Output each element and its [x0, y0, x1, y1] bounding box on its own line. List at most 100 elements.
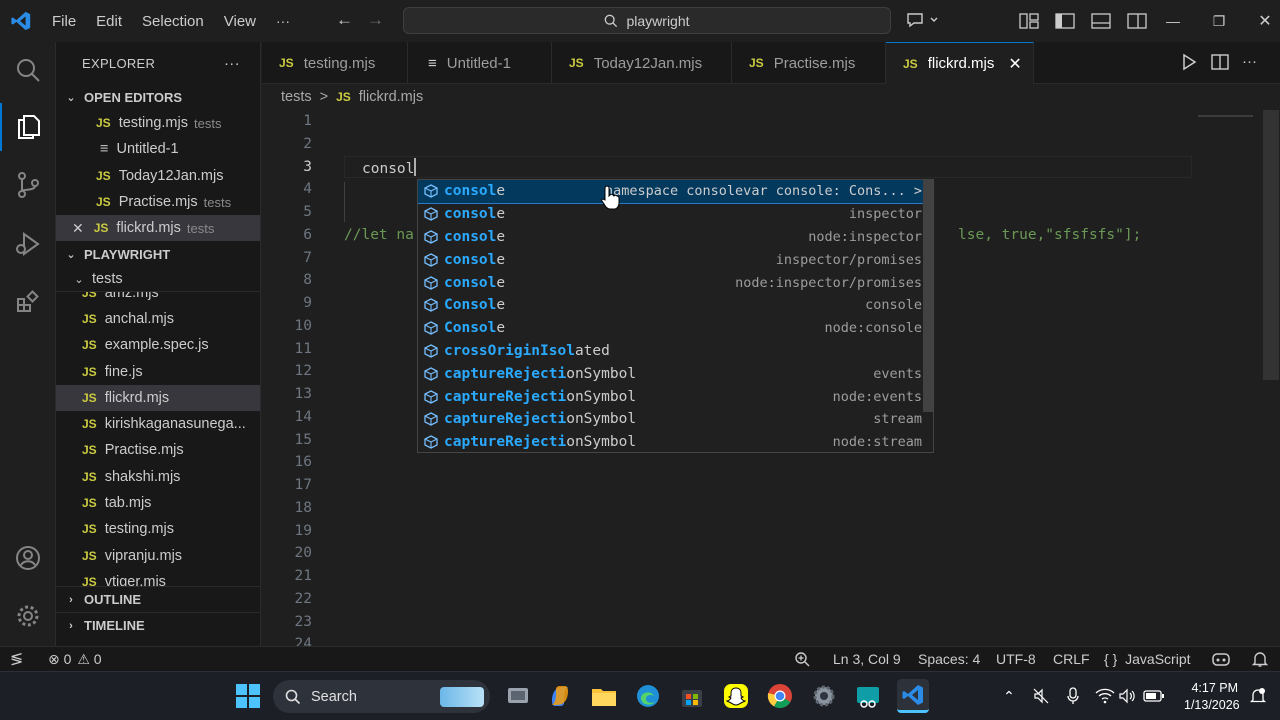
speaker-mute-icon[interactable] — [1026, 681, 1056, 711]
outline-section[interactable]: › OUTLINE — [56, 586, 260, 612]
folder-section-playwright[interactable]: ⌄ PLAYWRIGHT — [56, 241, 260, 267]
line-ending[interactable]: CRLF — [1053, 651, 1090, 667]
file-item[interactable]: JS fine.js — [56, 358, 260, 384]
file-explorer-icon[interactable] — [589, 681, 619, 711]
cursor-position[interactable]: Ln 3, Col 9 — [833, 651, 901, 667]
explorer-more-button[interactable]: ··· — [224, 55, 240, 72]
remote-indicator-icon[interactable]: ≶ — [10, 649, 23, 669]
notification-center-icon[interactable] — [1243, 681, 1273, 711]
activity-source-control[interactable] — [0, 161, 56, 209]
notifications-bell-icon[interactable] — [1251, 650, 1269, 671]
breadcrumb-folder[interactable]: tests — [281, 89, 312, 105]
tab-flickrd[interactable]: JS flickrd.mjs ✕ — [886, 42, 1034, 84]
open-editor-item[interactable]: JS testing.mjs tests — [56, 110, 260, 136]
menu-file[interactable]: File — [42, 13, 86, 30]
windows-start-icon[interactable] — [233, 681, 263, 711]
activity-explorer[interactable] — [0, 103, 56, 151]
toggle-panel-icon[interactable] — [1090, 12, 1112, 30]
file-item[interactable]: JS testing.mjs — [56, 516, 260, 542]
activity-run-debug[interactable] — [0, 220, 56, 268]
activity-manage[interactable] — [0, 592, 56, 640]
microsoft-store-icon[interactable] — [677, 681, 707, 711]
forward-arrow-icon[interactable]: → — [367, 10, 384, 30]
editor-scrollbar[interactable] — [1263, 110, 1279, 380]
back-arrow-icon[interactable]: ← — [336, 10, 353, 30]
suggestion-item[interactable]: captureRejectionSymbol node:events — [418, 385, 933, 408]
close-editor-icon[interactable]: ✕ — [72, 220, 84, 237]
menu-edit[interactable]: Edit — [86, 13, 132, 30]
task-view-icon[interactable] — [503, 681, 533, 711]
chrome-browser-icon[interactable] — [765, 681, 795, 711]
file-item[interactable]: JS shakshi.mjs — [56, 464, 260, 490]
suggestion-item[interactable]: crossOriginIsolated — [418, 340, 933, 363]
suggestion-item[interactable]: console inspector — [418, 203, 933, 226]
open-editor-item[interactable]: JS Today12Jan.mjs — [56, 163, 260, 189]
activity-extensions[interactable] — [0, 278, 56, 326]
activity-accounts[interactable] — [0, 534, 56, 582]
suggestion-item[interactable]: Console node:console — [418, 317, 933, 340]
file-item-selected[interactable]: JS flickrd.mjs — [56, 384, 260, 411]
copilot-app-icon[interactable] — [545, 681, 575, 711]
file-item[interactable]: JS example.spec.js — [56, 332, 260, 358]
suggestion-item[interactable]: console inspector/promises — [418, 248, 933, 271]
vscode-taskbar-icon[interactable] — [897, 679, 929, 713]
encoding[interactable]: UTF-8 — [996, 651, 1036, 667]
open-editors-section[interactable]: ⌄ OPEN EDITORS — [56, 84, 260, 110]
split-editor-icon[interactable] — [1210, 53, 1230, 71]
tab-testing[interactable]: JS testing.mjs — [262, 42, 408, 84]
suggestion-item[interactable]: captureRejectionSymbol events — [418, 362, 933, 385]
suggestion-item[interactable]: captureRejectionSymbol stream — [418, 408, 933, 431]
suggestion-item[interactable]: Console console — [418, 294, 933, 317]
close-tab-icon[interactable]: ✕ — [1008, 54, 1021, 74]
indentation[interactable]: Spaces: 4 — [918, 651, 980, 667]
more-actions-icon[interactable]: ··· — [1242, 53, 1257, 71]
taskbar-search[interactable]: Search — [273, 680, 490, 713]
menu-selection[interactable]: Selection — [132, 13, 214, 30]
menu-view[interactable]: View — [214, 13, 266, 30]
toggle-primary-sidebar-icon[interactable] — [1054, 12, 1076, 30]
tab-untitled[interactable]: ≡ Untitled-1 — [408, 42, 552, 84]
open-editor-item[interactable]: JS Practise.mjs tests — [56, 189, 260, 215]
close-window-icon[interactable]: ✕ — [1242, 11, 1280, 31]
open-editor-item-active[interactable]: ✕ JS flickrd.mjs tests — [56, 215, 260, 242]
battery-icon[interactable] — [1139, 681, 1169, 711]
chevron-up-icon[interactable]: ⌃ — [994, 681, 1024, 711]
breadcrumb-file[interactable]: flickrd.mjs — [359, 89, 423, 105]
file-item[interactable]: JS anchal.mjs — [56, 306, 260, 332]
suggestion-item-focused[interactable]: console namespace consolevar console: Con… — [418, 180, 933, 204]
tab-today12jan[interactable]: JS Today12Jan.mjs — [552, 42, 732, 84]
restore-icon[interactable]: ❐ — [1196, 13, 1242, 30]
timeline-section[interactable]: › TIMELINE — [56, 612, 260, 638]
file-item[interactable]: JS vtiger.mjs — [56, 569, 260, 587]
suggest-scrollbar[interactable] — [923, 180, 933, 412]
tab-practise[interactable]: JS Practise.mjs — [732, 42, 886, 84]
copilot-status-icon[interactable] — [1211, 650, 1231, 671]
file-item[interactable]: JS amz.mjs — [56, 292, 260, 305]
system-clock[interactable]: 4:17 PM 1/13/2026 — [1184, 680, 1240, 714]
edge-browser-icon[interactable] — [633, 681, 663, 711]
zoom-icon[interactable] — [794, 651, 812, 670]
suggestion-item[interactable]: console node:inspector/promises — [418, 271, 933, 294]
customize-layout-icon[interactable] — [1018, 12, 1040, 30]
language-mode[interactable]: { } JavaScript — [1104, 651, 1191, 667]
file-item[interactable]: JS vipranju.mjs — [56, 542, 260, 568]
settings-app-icon[interactable] — [809, 681, 839, 711]
snipping-tool-icon[interactable] — [853, 681, 883, 711]
file-item[interactable]: JS kirishkaganasunega... — [56, 411, 260, 437]
file-item[interactable]: JS Practise.mjs — [56, 437, 260, 463]
command-center-search[interactable]: playwright — [403, 7, 891, 34]
suggestion-item[interactable]: captureRejectionSymbol node:stream — [418, 431, 933, 452]
toggle-secondary-sidebar-icon[interactable] — [1126, 12, 1148, 30]
minimize-icon[interactable]: — — [1150, 13, 1196, 29]
problems-indicator[interactable]: ⊗ 0 ⚠ 0 — [48, 651, 102, 668]
copilot-button[interactable] — [905, 8, 939, 32]
minimap[interactable] — [1198, 115, 1253, 117]
suggestion-item[interactable]: console node:inspector — [418, 226, 933, 249]
microphone-icon[interactable] — [1058, 681, 1088, 711]
menu-more-button[interactable]: ··· — [266, 13, 300, 29]
tree-folder-tests[interactable]: ⌄ tests — [56, 267, 260, 291]
snapchat-icon[interactable] — [721, 681, 751, 711]
open-editor-item[interactable]: ≡ Untitled-1 — [56, 136, 260, 162]
run-play-icon[interactable] — [1180, 53, 1198, 71]
activity-search[interactable] — [0, 46, 56, 94]
